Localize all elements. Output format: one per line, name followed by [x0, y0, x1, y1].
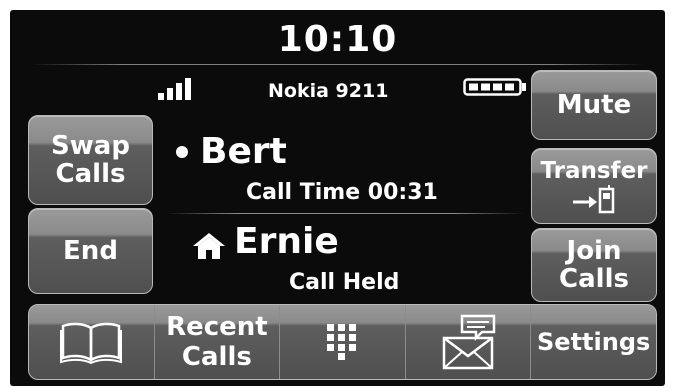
home-icon: [193, 233, 225, 259]
header-divider: [30, 64, 645, 65]
held-call-name: Ernie: [234, 221, 339, 262]
keypad-button[interactable]: [280, 305, 406, 379]
swap-label-line2: Calls: [55, 159, 126, 189]
envelope-chat-icon: [442, 314, 496, 370]
join-label-line1: Join: [566, 236, 622, 266]
join-calls-button[interactable]: Join Calls: [531, 228, 657, 302]
end-call-button[interactable]: End: [28, 208, 153, 294]
swap-calls-button[interactable]: Swap Calls: [28, 115, 153, 205]
calls-divider: [165, 213, 525, 214]
active-call-name: Bert: [200, 131, 287, 172]
clock-time: 10:10: [277, 19, 398, 60]
signal-strength-icon: [158, 78, 191, 100]
transfer-button[interactable]: Transfer: [531, 148, 657, 224]
bottom-toolbar: Recent Calls Settings: [28, 304, 657, 380]
mute-label: Mute: [556, 90, 632, 120]
battery-icon: [463, 78, 526, 96]
arrow-to-phone-icon: [573, 185, 615, 214]
held-call-status: Call Held: [289, 270, 400, 295]
recent-label-line2: Calls: [181, 342, 252, 372]
messages-button[interactable]: [406, 305, 532, 379]
end-label: End: [63, 236, 118, 266]
call-screen: 10:10 Nokia 9211 Swap Calls End Mute Tra…: [10, 10, 665, 386]
mute-button[interactable]: Mute: [531, 70, 657, 140]
connected-device-name: Nokia 9211: [268, 80, 389, 102]
open-book-icon: [60, 322, 123, 364]
transfer-label: Transfer: [540, 158, 648, 184]
settings-button[interactable]: Settings: [531, 305, 656, 379]
recent-calls-button[interactable]: Recent Calls: [155, 305, 281, 379]
keypad-icon: [327, 324, 357, 360]
recent-label-line1: Recent: [166, 312, 268, 342]
contacts-button[interactable]: [29, 305, 155, 379]
settings-label: Settings: [537, 328, 651, 356]
active-call-status: Call Time 00:31: [246, 180, 438, 205]
join-label-line2: Calls: [559, 264, 629, 294]
swap-label-line1: Swap: [51, 131, 130, 161]
active-call-dot-icon: [176, 146, 188, 158]
